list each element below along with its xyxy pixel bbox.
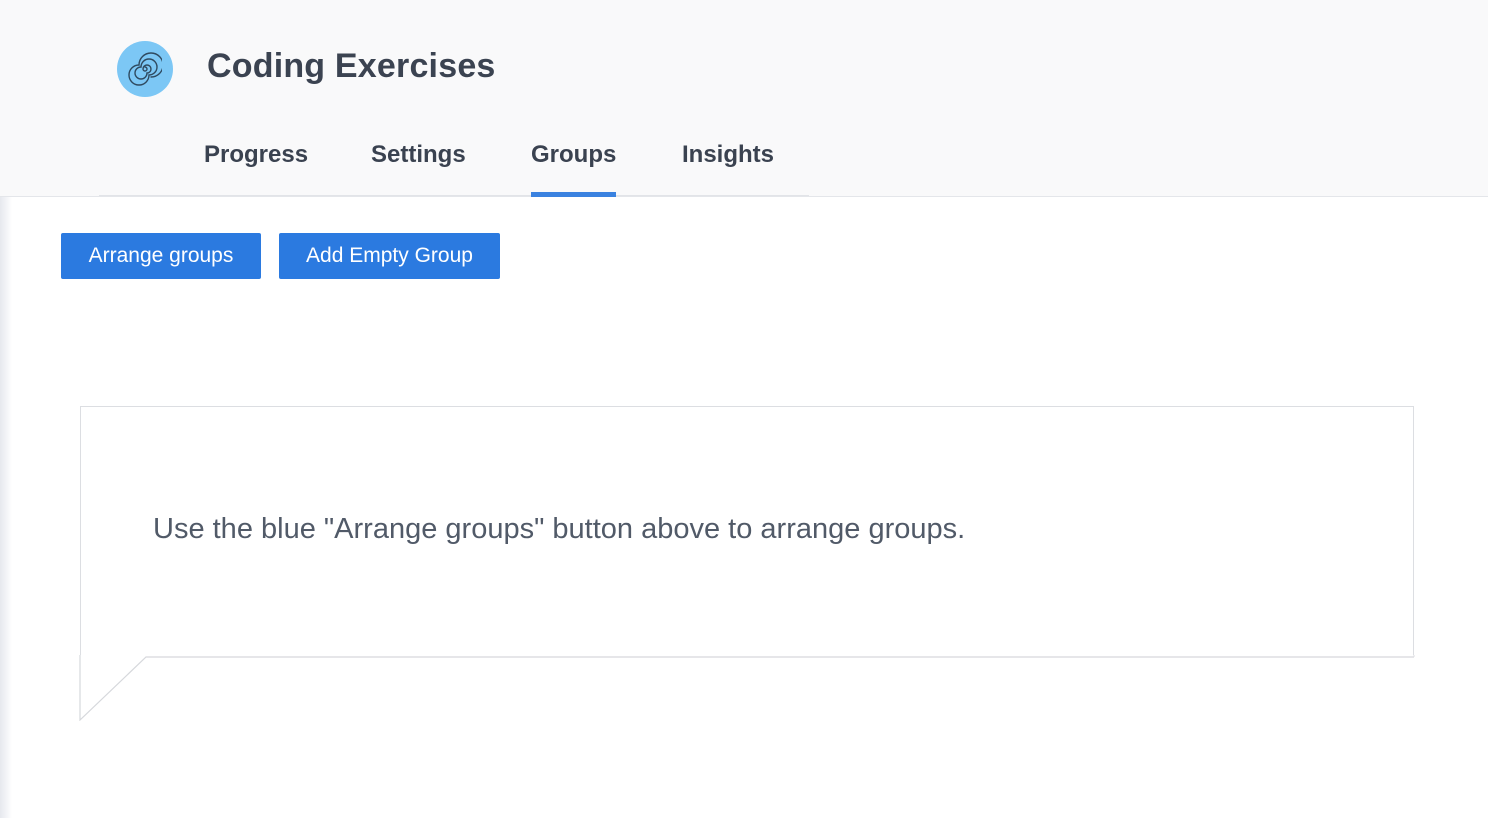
tab-settings[interactable]: Settings [371,130,466,196]
tab-groups[interactable]: Groups [531,130,617,197]
app-title: Coding Exercises [207,47,496,85]
callout-message: Use the blue "Arrange groups" button abo… [153,513,966,545]
tab-insights[interactable]: Insights [682,130,774,196]
add-empty-group-button[interactable]: Add Empty Group [279,233,500,279]
arrange-groups-button[interactable]: Arrange groups [61,233,261,279]
tab-bar: Progress Settings Groups Insights [99,130,809,197]
page-header: Coding Exercises Progress Settings Group… [0,0,1488,197]
spiral-icon [117,41,173,97]
tab-progress[interactable]: Progress [204,130,308,196]
callout-tail [79,655,1415,721]
